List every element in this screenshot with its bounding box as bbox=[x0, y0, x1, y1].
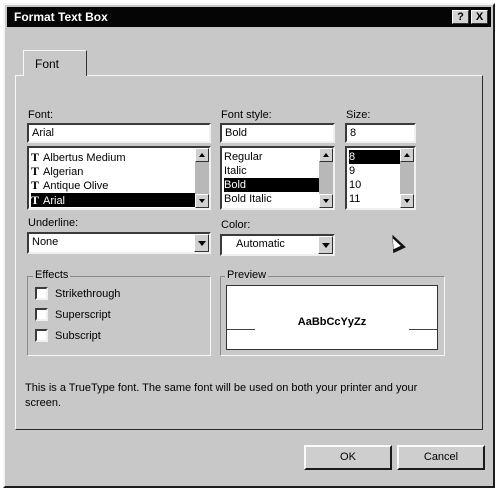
strikethrough-checkbox[interactable] bbox=[35, 287, 48, 300]
underline-label: Underline: bbox=[28, 217, 79, 229]
size-list-scrollbar[interactable] bbox=[400, 148, 414, 208]
font-style-list-scrollbar[interactable] bbox=[319, 148, 333, 208]
up-arrow-icon bbox=[404, 153, 410, 157]
subscript-label[interactable]: Subscript bbox=[55, 330, 101, 342]
truetype-icon: T bbox=[31, 178, 40, 192]
down-arrow-icon bbox=[404, 199, 410, 203]
color-dropdown-button[interactable] bbox=[318, 236, 333, 254]
up-arrow-icon bbox=[199, 153, 205, 157]
scroll-up-button[interactable] bbox=[400, 148, 414, 162]
superscript-checkbox[interactable] bbox=[35, 308, 48, 321]
underline-dropdown-button[interactable] bbox=[194, 234, 209, 252]
ok-button[interactable]: OK bbox=[304, 445, 392, 470]
size-input[interactable]: 8 bbox=[345, 123, 416, 143]
title-bar[interactable]: Format Text Box ? X bbox=[7, 7, 491, 27]
font-list-item[interactable]: T Albertus Medium bbox=[31, 150, 126, 164]
font-style-list-item[interactable]: Regular bbox=[224, 150, 263, 164]
preview-sample: AaBbCcYyZz bbox=[297, 316, 367, 328]
size-list-item[interactable]: 10 bbox=[349, 178, 361, 192]
close-button[interactable]: X bbox=[471, 10, 488, 24]
font-input-value: Arial bbox=[32, 127, 55, 139]
font-style-input[interactable]: Bold bbox=[220, 123, 335, 143]
truetype-icon: T bbox=[31, 193, 40, 207]
scroll-down-button[interactable] bbox=[400, 194, 414, 208]
scroll-down-button[interactable] bbox=[319, 194, 333, 208]
tab-joint bbox=[20, 77, 88, 79]
strikethrough-label[interactable]: Strikethrough bbox=[55, 288, 120, 300]
superscript-label[interactable]: Superscript bbox=[55, 309, 111, 321]
font-label: Font: bbox=[28, 109, 54, 121]
cancel-button[interactable]: Cancel bbox=[397, 445, 485, 470]
font-list-item[interactable]: T Antique Olive bbox=[31, 178, 108, 192]
truetype-icon: T bbox=[31, 150, 40, 164]
font-style-list-item[interactable]: Italic bbox=[224, 164, 247, 178]
scroll-up-button[interactable] bbox=[195, 148, 209, 162]
font-style-input-value: Bold bbox=[225, 127, 248, 139]
font-style-list-item[interactable]: Bold Italic bbox=[224, 192, 272, 206]
format-text-box-dialog: Format Text Box ? X Font Font: Arial T Al… bbox=[3, 3, 495, 488]
tab-font[interactable]: Font bbox=[23, 50, 87, 76]
size-label: Size: bbox=[346, 109, 371, 121]
tab-font-label: Font bbox=[35, 57, 60, 71]
help-button[interactable]: ? bbox=[452, 10, 469, 24]
font-list-item-selected[interactable]: T Arial bbox=[31, 193, 195, 207]
font-style-label: Font style: bbox=[221, 109, 272, 121]
size-list-item-selected[interactable]: 8 bbox=[349, 150, 400, 164]
up-arrow-icon bbox=[323, 153, 329, 157]
color-dropdown[interactable]: Automatic bbox=[220, 234, 335, 256]
font-list[interactable]: T Albertus Medium T Algerian T Antique Oliv… bbox=[27, 146, 211, 210]
truetype-info-text: This is a TrueType font. The same font w… bbox=[25, 382, 418, 409]
subscript-checkbox[interactable] bbox=[35, 329, 48, 342]
font-style-list[interactable]: Regular Italic Bold Bold Italic bbox=[220, 146, 335, 210]
window-title: Format Text Box bbox=[14, 10, 108, 24]
underline-dropdown[interactable]: None bbox=[27, 232, 211, 254]
scroll-down-button[interactable] bbox=[195, 194, 209, 208]
chevron-down-icon bbox=[198, 241, 206, 246]
down-arrow-icon bbox=[199, 199, 205, 203]
size-list-item[interactable]: 9 bbox=[349, 164, 355, 178]
preview-baseline-left bbox=[227, 329, 255, 330]
chevron-down-icon bbox=[322, 243, 330, 248]
preview-label: Preview bbox=[225, 269, 269, 281]
font-input[interactable]: Arial bbox=[27, 123, 211, 143]
font-style-list-item-selected[interactable]: Bold bbox=[224, 178, 319, 192]
down-arrow-icon bbox=[323, 199, 329, 203]
preview-box: AaBbCcYyZz bbox=[226, 285, 438, 350]
size-list[interactable]: 8 9 10 11 bbox=[345, 146, 416, 210]
truetype-icon: T bbox=[31, 164, 40, 178]
underline-value: None bbox=[32, 236, 59, 248]
preview-baseline-right bbox=[409, 329, 437, 330]
color-label: Color: bbox=[221, 219, 251, 231]
size-input-value: 8 bbox=[350, 127, 357, 139]
scroll-up-button[interactable] bbox=[319, 148, 333, 162]
font-list-scrollbar[interactable] bbox=[195, 148, 209, 208]
font-list-item[interactable]: T Algerian bbox=[31, 164, 83, 178]
effects-label: Effects bbox=[33, 269, 71, 281]
color-value: Automatic bbox=[236, 238, 285, 250]
size-list-item[interactable]: 11 bbox=[349, 192, 360, 206]
